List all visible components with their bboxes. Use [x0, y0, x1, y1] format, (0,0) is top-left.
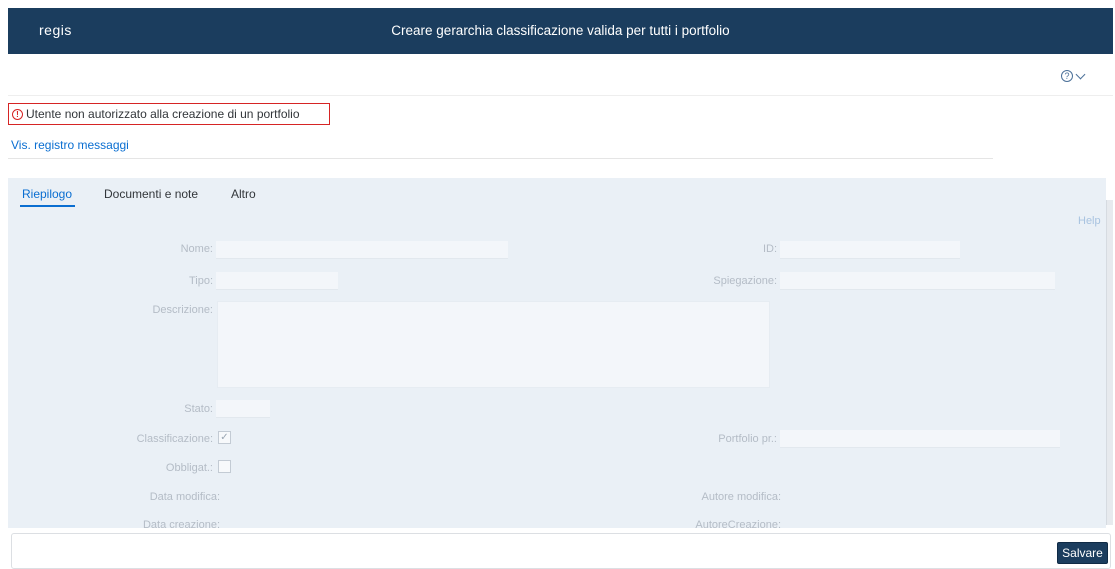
save-button[interactable]: Salvare: [1057, 542, 1108, 564]
error-icon: !: [12, 108, 23, 120]
spiegazione-field[interactable]: [780, 272, 1055, 290]
spiegazione-label: Spiegazione:: [713, 275, 777, 287]
error-message-text: Utente non autorizzato alla creazione di…: [26, 107, 300, 121]
id-field[interactable]: [780, 241, 960, 259]
nome-label: Nome:: [180, 243, 213, 255]
error-message-strip: ! Utente non autorizzato alla creazione …: [8, 103, 330, 125]
tab-bar: Riepilogo Documenti e note Altro: [8, 178, 1106, 208]
tab-documenti-e-note[interactable]: Documenti e note: [104, 187, 198, 201]
help-menu-button[interactable]: ?: [1061, 67, 1091, 85]
view-message-log-link[interactable]: Vis. registro messaggi: [11, 138, 129, 152]
data-creazione-label: Data creazione:: [142, 519, 220, 531]
portfolio-pr-label: Portfolio pr.:: [718, 433, 777, 445]
divider: [8, 158, 993, 159]
vertical-scrollbar[interactable]: [1106, 200, 1113, 525]
obbligat-label: Obbligat.:: [165, 462, 213, 474]
stato-label: Stato:: [184, 403, 213, 415]
question-circle-icon: ?: [1061, 70, 1073, 82]
descrizione-label: Descrizione:: [152, 304, 213, 316]
tab-altro[interactable]: Altro: [231, 187, 256, 201]
classificazione-checkbox[interactable]: ✓: [218, 431, 231, 444]
autore-modifica-label: Autore modifica:: [701, 491, 781, 503]
portfolio-pr-field[interactable]: [780, 430, 1060, 448]
tipo-field[interactable]: [216, 272, 338, 290]
data-modifica-label: Data modifica:: [149, 491, 220, 503]
obbligat-checkbox[interactable]: [218, 460, 231, 473]
active-tab-indicator: [20, 205, 75, 207]
divider: [8, 95, 1113, 96]
nome-field[interactable]: [216, 241, 508, 259]
tab-riepilogo[interactable]: Riepilogo: [22, 187, 72, 201]
classificazione-label: Classificazione:: [136, 433, 213, 445]
tipo-label: Tipo:: [188, 275, 213, 287]
footer-toolbar: Salvare: [11, 533, 1111, 569]
shell-header: regis Creare gerarchia classificazione v…: [8, 8, 1113, 54]
id-label: ID:: [762, 243, 777, 255]
help-link[interactable]: Help: [1078, 215, 1101, 227]
stato-field[interactable]: [216, 400, 270, 418]
chevron-down-icon: [1075, 69, 1086, 79]
descrizione-textarea[interactable]: [217, 301, 770, 388]
autore-creazione-label: AutoreCreazione:: [695, 519, 781, 531]
page-title: Creare gerarchia classificazione valida …: [391, 23, 730, 38]
